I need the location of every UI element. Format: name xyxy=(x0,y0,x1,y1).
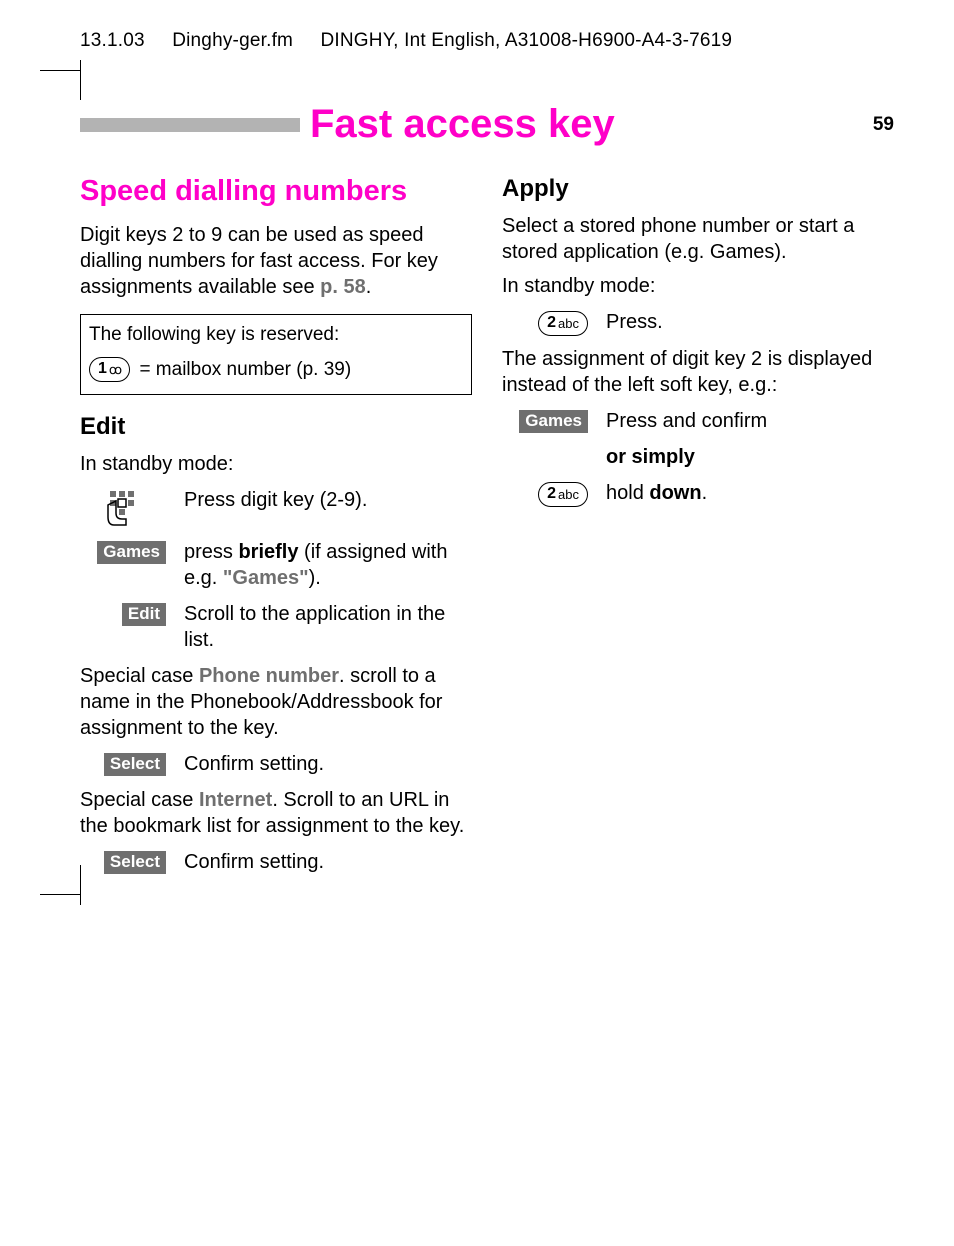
reserved-key-note: The following key is reserved: 1ꚙ = mail… xyxy=(80,314,472,395)
intro-paragraph: Digit keys 2 to 9 can be used as speed d… xyxy=(80,222,472,300)
note-line-1: The following key is reserved: xyxy=(89,321,463,350)
select-softkey-icon-1: Select xyxy=(80,751,170,776)
apply-heading: Apply xyxy=(502,175,894,203)
apply-intro: Select a stored phone number or start a … xyxy=(502,213,894,265)
section-heading-speed-dial: Speed dialling numbers xyxy=(80,175,472,208)
note-mailbox-text: = mailbox number (p. 39) xyxy=(139,359,351,380)
edit-softkey-icon: Edit xyxy=(80,601,170,626)
edit-heading: Edit xyxy=(80,413,472,441)
key-2abc-icon-2: 2abc xyxy=(502,480,592,507)
title-bar xyxy=(80,118,300,132)
edit-step-2: press briefly (if assigned with e.g. "Ga… xyxy=(184,539,472,591)
games-softkey-icon: Games xyxy=(80,539,170,564)
page-title: Fast access key xyxy=(310,102,615,147)
select-softkey-icon-2: Select xyxy=(80,849,170,874)
confirm-setting-1: Confirm setting. xyxy=(184,751,472,777)
page-number: 59 xyxy=(853,114,894,136)
title-row: Fast access key 59 xyxy=(80,102,894,147)
left-column: Speed dialling numbers Digit keys 2 to 9… xyxy=(80,165,472,885)
apply-standby: In standby mode: xyxy=(502,273,894,299)
confirm-setting-2: Confirm setting. xyxy=(184,849,472,875)
right-column: Apply Select a stored phone number or st… xyxy=(502,165,894,885)
hold-down: hold down. xyxy=(606,480,894,506)
edit-standby-text: In standby mode: xyxy=(80,451,472,477)
key-2abc-icon-1: 2abc xyxy=(502,309,592,336)
games-softkey-icon-2: Games xyxy=(502,408,592,433)
apply-result: The assignment of digit key 2 is display… xyxy=(502,346,894,398)
edit-step-1: Press digit key (2-9). xyxy=(184,487,472,513)
doc-header: 13.1.03 Dinghy-ger.fm DINGHY, Int Englis… xyxy=(80,30,894,52)
or-simply: or simply xyxy=(606,444,894,470)
apply-press: Press. xyxy=(606,309,894,335)
edit-step-3: Scroll to the application in the list. xyxy=(184,601,472,653)
press-and-confirm: Press and confirm xyxy=(606,408,894,434)
special-case-internet: Special case Internet. Scroll to an URL … xyxy=(80,787,472,839)
keypad-press-icon xyxy=(80,487,170,529)
special-case-phone: Special case Phone number. scroll to a n… xyxy=(80,663,472,741)
key-1-mailbox-icon: 1ꚙ xyxy=(89,357,130,382)
